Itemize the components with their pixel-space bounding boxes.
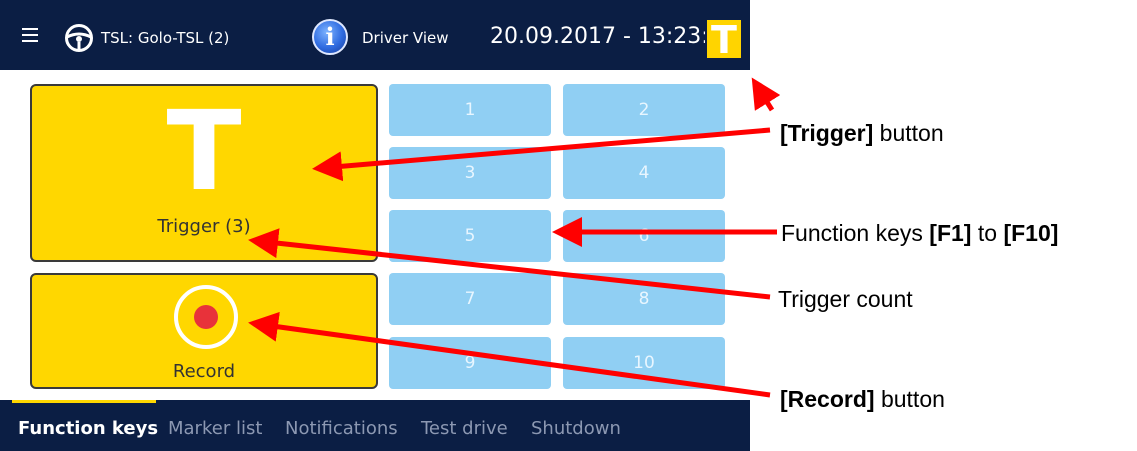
annotation-trigger-button: [Trigger] button [780,120,944,146]
annotation-trigger-count: Trigger count [778,286,913,312]
arrow-to-trigger [312,127,771,182]
annotation-record-button: [Record] button [780,386,945,412]
arrow-to-badge [751,77,781,112]
annotation-function-keys: Function keys [F1] to [F10] [781,220,1059,246]
arrow-to-record [248,311,771,398]
arrow-to-trigger-count [248,228,771,300]
